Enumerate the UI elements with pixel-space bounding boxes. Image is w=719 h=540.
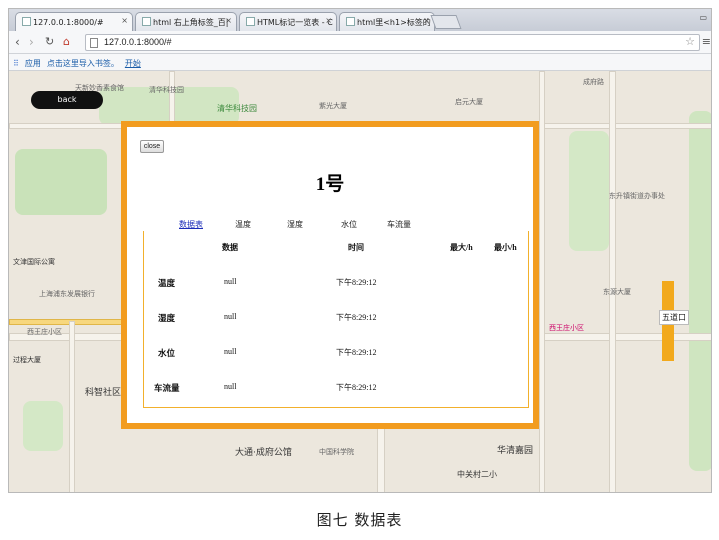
screenshot-frame: 127.0.0.1:8000/# × html 右上角标签_百| × HTML标记一… <box>8 8 712 493</box>
close-tab-icon[interactable]: × <box>325 16 332 25</box>
tab-water-level[interactable]: 水位 <box>341 219 357 230</box>
bookmark-apps[interactable]: 应用 <box>25 59 41 68</box>
bookmark-start[interactable]: 开始 <box>125 59 141 68</box>
back-button[interactable]: back <box>31 91 103 109</box>
page-icon <box>246 17 255 26</box>
close-tab-icon[interactable]: × <box>121 16 128 25</box>
address-bar[interactable]: 127.0.0.1:8000/# ☆ <box>85 34 700 51</box>
map-label: 中国科学院 <box>319 448 354 456</box>
data-table-panel: 数据 时间 最大/h 最小/h 温度 null 下午8:29:12 湿度 nul… <box>143 231 529 408</box>
close-tab-icon[interactable]: × <box>225 16 232 25</box>
browser-nav-bar: ‹ › ↻ ⌂ 127.0.0.1:8000/# ☆ ≡ <box>9 31 711 54</box>
map-label: 科智社区 <box>85 388 122 398</box>
tab-traffic[interactable]: 车流量 <box>387 219 411 230</box>
new-tab-button[interactable] <box>430 15 462 29</box>
page-icon <box>90 38 98 48</box>
browser-tab[interactable]: HTML标记一览表 - C × <box>239 12 337 31</box>
tab-temperature[interactable]: 温度 <box>235 219 251 230</box>
window-control-icon[interactable]: ▭ <box>699 13 707 22</box>
map-label: 成府路 <box>583 78 604 86</box>
map-label: 东升镇街道办事处 <box>609 192 665 200</box>
modal-tab-bar: 数据表 温度 湿度 水位 车流量 <box>179 219 439 231</box>
page-icon <box>22 17 31 26</box>
cell-time: 下午8:29:12 <box>336 348 377 357</box>
metro-station-label[interactable]: 五道口 <box>659 310 689 325</box>
map-label: 清华科技园 <box>217 104 257 113</box>
column-header-min: 最小/h <box>494 243 517 252</box>
cell-value: null <box>224 347 237 356</box>
browser-tab[interactable]: 127.0.0.1:8000/# × <box>15 12 133 31</box>
browser-tab[interactable]: html 右上角标签_百| × <box>135 12 237 31</box>
map-label: 过程大厦 <box>13 356 41 364</box>
map-label: 东源大厦 <box>603 288 631 296</box>
back-arrow-icon[interactable]: ‹ <box>15 35 20 49</box>
tab-humidity[interactable]: 湿度 <box>287 219 303 230</box>
forward-arrow-icon[interactable]: › <box>29 35 34 49</box>
map-label: 文津国际公寓 <box>13 258 55 266</box>
bookmark-import-hint[interactable]: 点击这里导入书签。 <box>47 59 119 68</box>
column-header-time: 时间 <box>348 243 364 252</box>
modal-title: 1号 <box>315 174 345 195</box>
tab-data-table[interactable]: 数据表 <box>179 219 203 230</box>
cell-value: null <box>224 312 237 321</box>
bookmarks-bar: ⠿ 应用 点击这里导入书签。 开始 <box>9 54 711 71</box>
apps-grid-icon[interactable]: ⠿ <box>13 59 19 68</box>
cell-value: null <box>224 277 237 286</box>
map-label: 清华科技园 <box>149 86 184 94</box>
row-label-temperature: 温度 <box>158 278 176 288</box>
map-label: 西王庄小区 <box>27 328 62 336</box>
column-header-data: 数据 <box>222 243 238 252</box>
figure-caption: 图七 数据表 <box>316 511 403 529</box>
data-modal: close 1号 数据表 温度 湿度 水位 车流量 数据 时间 最大/h 最小/… <box>121 121 539 429</box>
map-label: 紫光大厦 <box>319 102 347 110</box>
map-view[interactable]: back 天新妙香素食馆 清华科技园 清华科技园 紫光大厦 启元大厦 成府路 文… <box>9 71 711 492</box>
column-header-max: 最大/h <box>450 243 473 252</box>
star-icon[interactable]: ☆ <box>685 35 695 48</box>
page-icon <box>142 17 151 26</box>
cell-time: 下午8:29:12 <box>336 383 377 392</box>
browser-tab-bar: 127.0.0.1:8000/# × html 右上角标签_百| × HTML标记一… <box>9 9 711 31</box>
map-label: 西王庄小区 <box>549 324 584 332</box>
reload-icon[interactable]: ↻ <box>45 35 54 48</box>
map-label: 大通·成府公馆 <box>235 448 292 458</box>
page-icon <box>346 17 355 26</box>
map-label: 上海浦东发展银行 <box>39 290 95 298</box>
row-label-humidity: 湿度 <box>158 313 176 323</box>
row-label-traffic: 车流量 <box>154 383 180 393</box>
home-icon[interactable]: ⌂ <box>63 35 70 48</box>
row-label-water-level: 水位 <box>158 348 176 358</box>
cell-value: null <box>224 382 237 391</box>
map-label: 华清嘉园 <box>497 446 534 456</box>
cell-time: 下午8:29:12 <box>336 313 377 322</box>
map-label: 中关村二小 <box>457 470 497 479</box>
menu-icon[interactable]: ≡ <box>702 35 711 48</box>
map-label: 启元大厦 <box>455 98 483 106</box>
close-tab-icon[interactable]: × <box>423 16 430 25</box>
close-button[interactable]: close <box>140 140 164 153</box>
cell-time: 下午8:29:12 <box>336 278 377 287</box>
map-label: 天新妙香素食馆 <box>75 84 124 92</box>
browser-tab[interactable]: html里<h1>标签的 × <box>339 12 435 31</box>
